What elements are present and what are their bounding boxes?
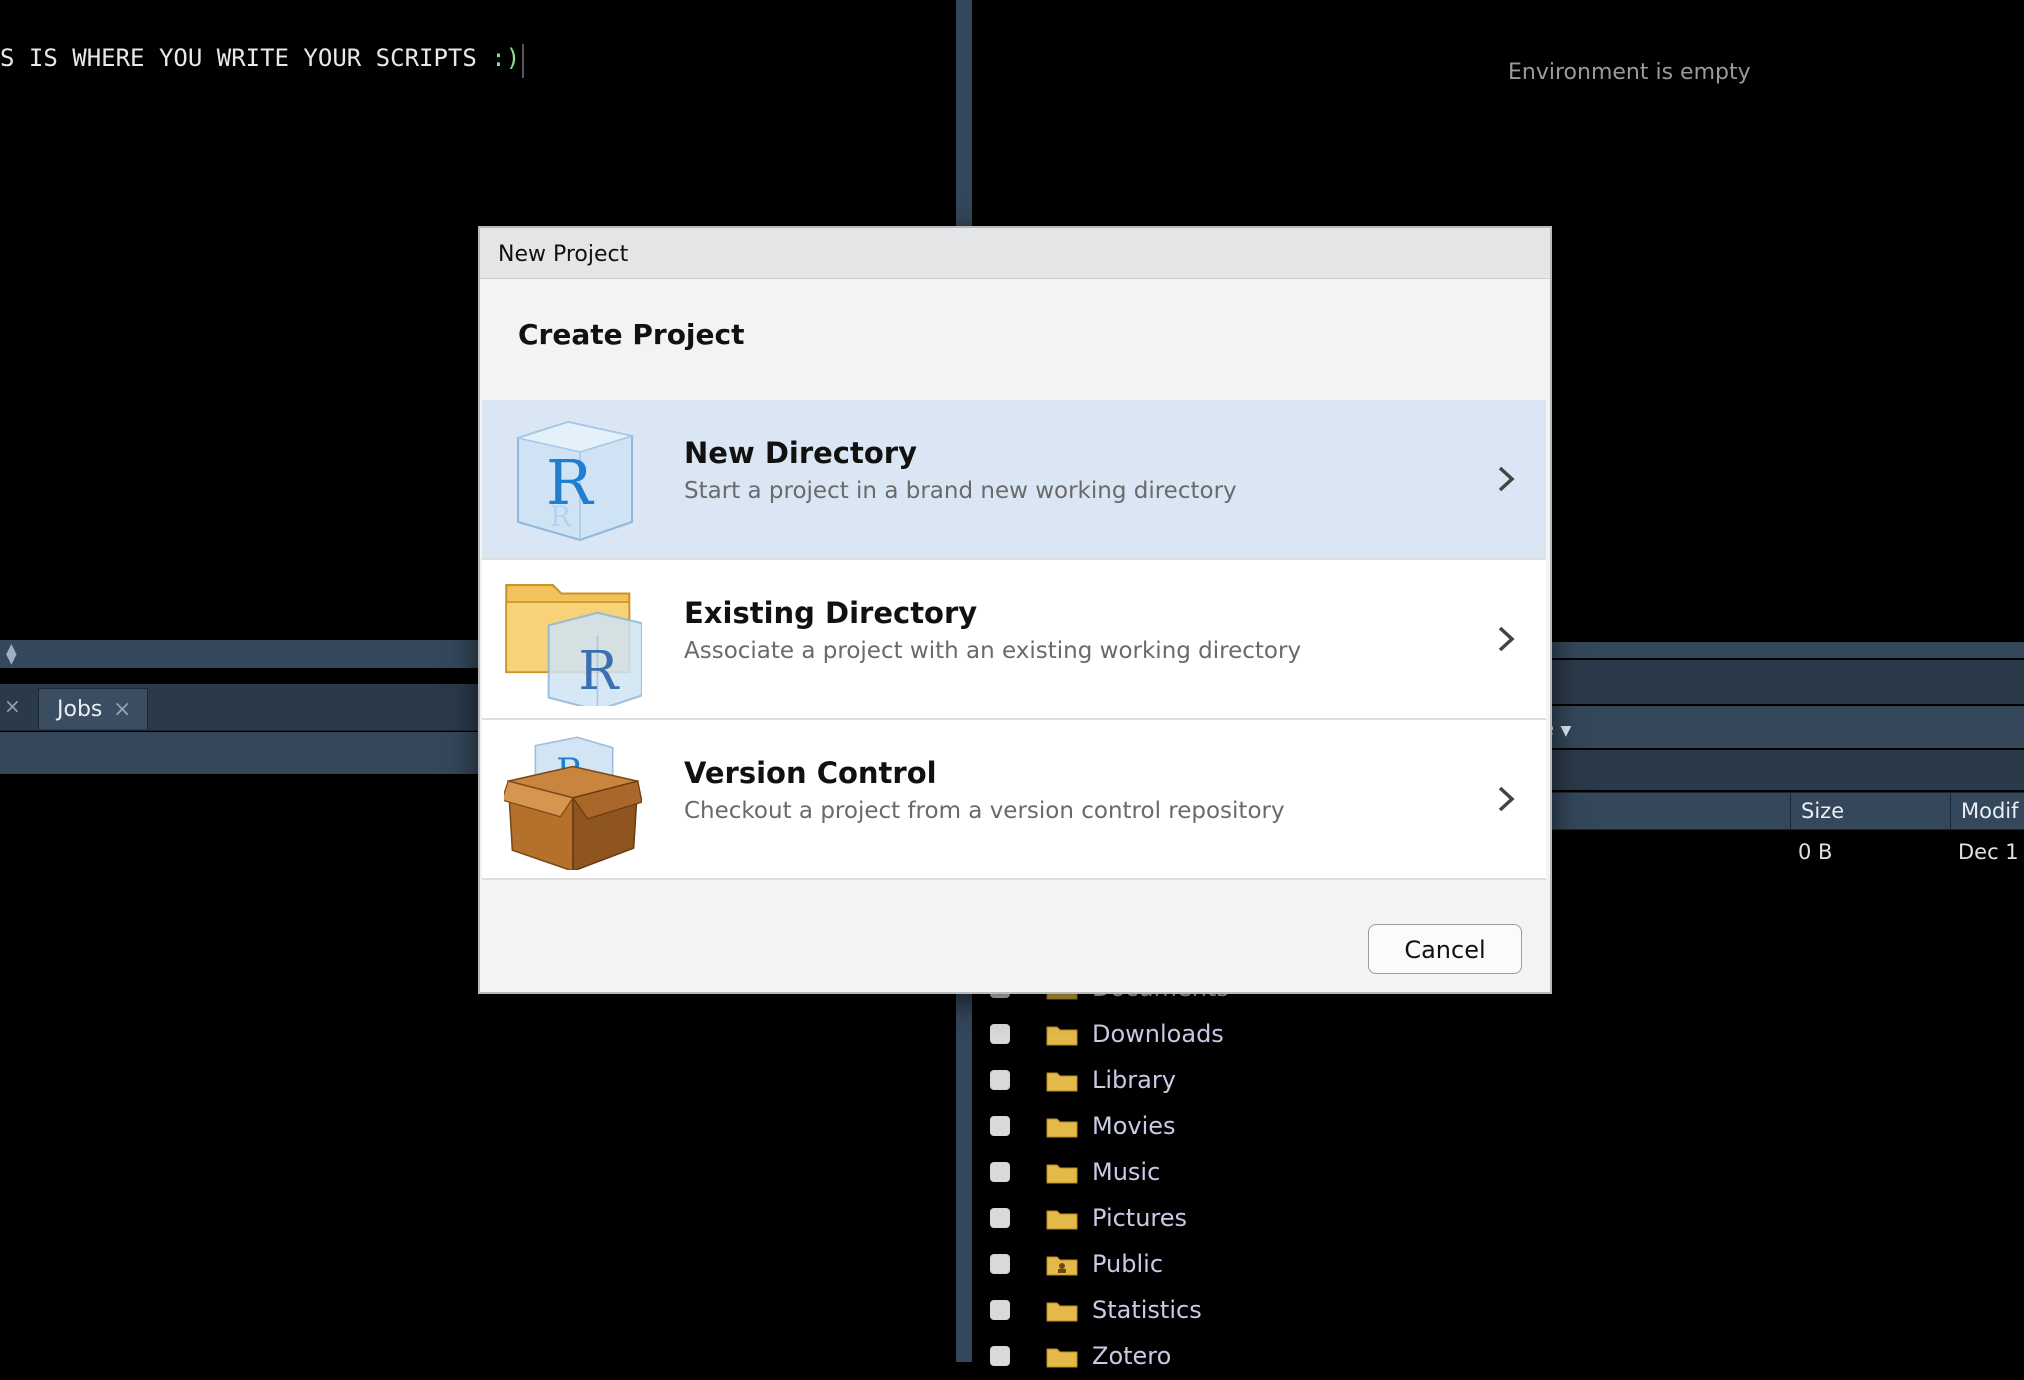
cancel-button[interactable]: Cancel bbox=[1368, 924, 1522, 974]
new-project-dialog: New Project Create Project R R New Direc… bbox=[478, 226, 1552, 994]
chevron-right-icon bbox=[1498, 786, 1515, 812]
option-title: Existing Directory bbox=[684, 596, 978, 630]
dialog-title: New Project bbox=[498, 242, 629, 267]
option-title: Version Control bbox=[684, 756, 937, 790]
option-description: Associate a project with an existing wor… bbox=[684, 638, 1302, 664]
folder-r-icon: R bbox=[505, 584, 642, 706]
option-description: Start a project in a brand new working d… bbox=[684, 478, 1237, 504]
chevron-right-icon bbox=[1498, 466, 1515, 492]
modal-overlay: New Project Create Project R R New Direc… bbox=[0, 0, 2024, 1362]
dialog-titlebar[interactable]: New Project bbox=[480, 228, 1550, 279]
chevron-right-icon bbox=[1498, 626, 1515, 652]
box-icon: R bbox=[504, 736, 642, 870]
option-description: Checkout a project from a version contro… bbox=[684, 798, 1285, 824]
dialog-heading: Create Project bbox=[518, 318, 745, 351]
option-existing-directory[interactable]: R Existing Directory Associate a project… bbox=[482, 560, 1546, 720]
r-cube-icon: R R bbox=[515, 420, 635, 542]
svg-text:R: R bbox=[578, 640, 620, 702]
option-title: New Directory bbox=[684, 436, 917, 470]
option-new-directory[interactable]: R R New Directory Start a project in a b… bbox=[482, 400, 1546, 560]
svg-text:R: R bbox=[550, 500, 572, 533]
option-version-control[interactable]: R Version Control Checkout a project fro… bbox=[482, 720, 1546, 880]
